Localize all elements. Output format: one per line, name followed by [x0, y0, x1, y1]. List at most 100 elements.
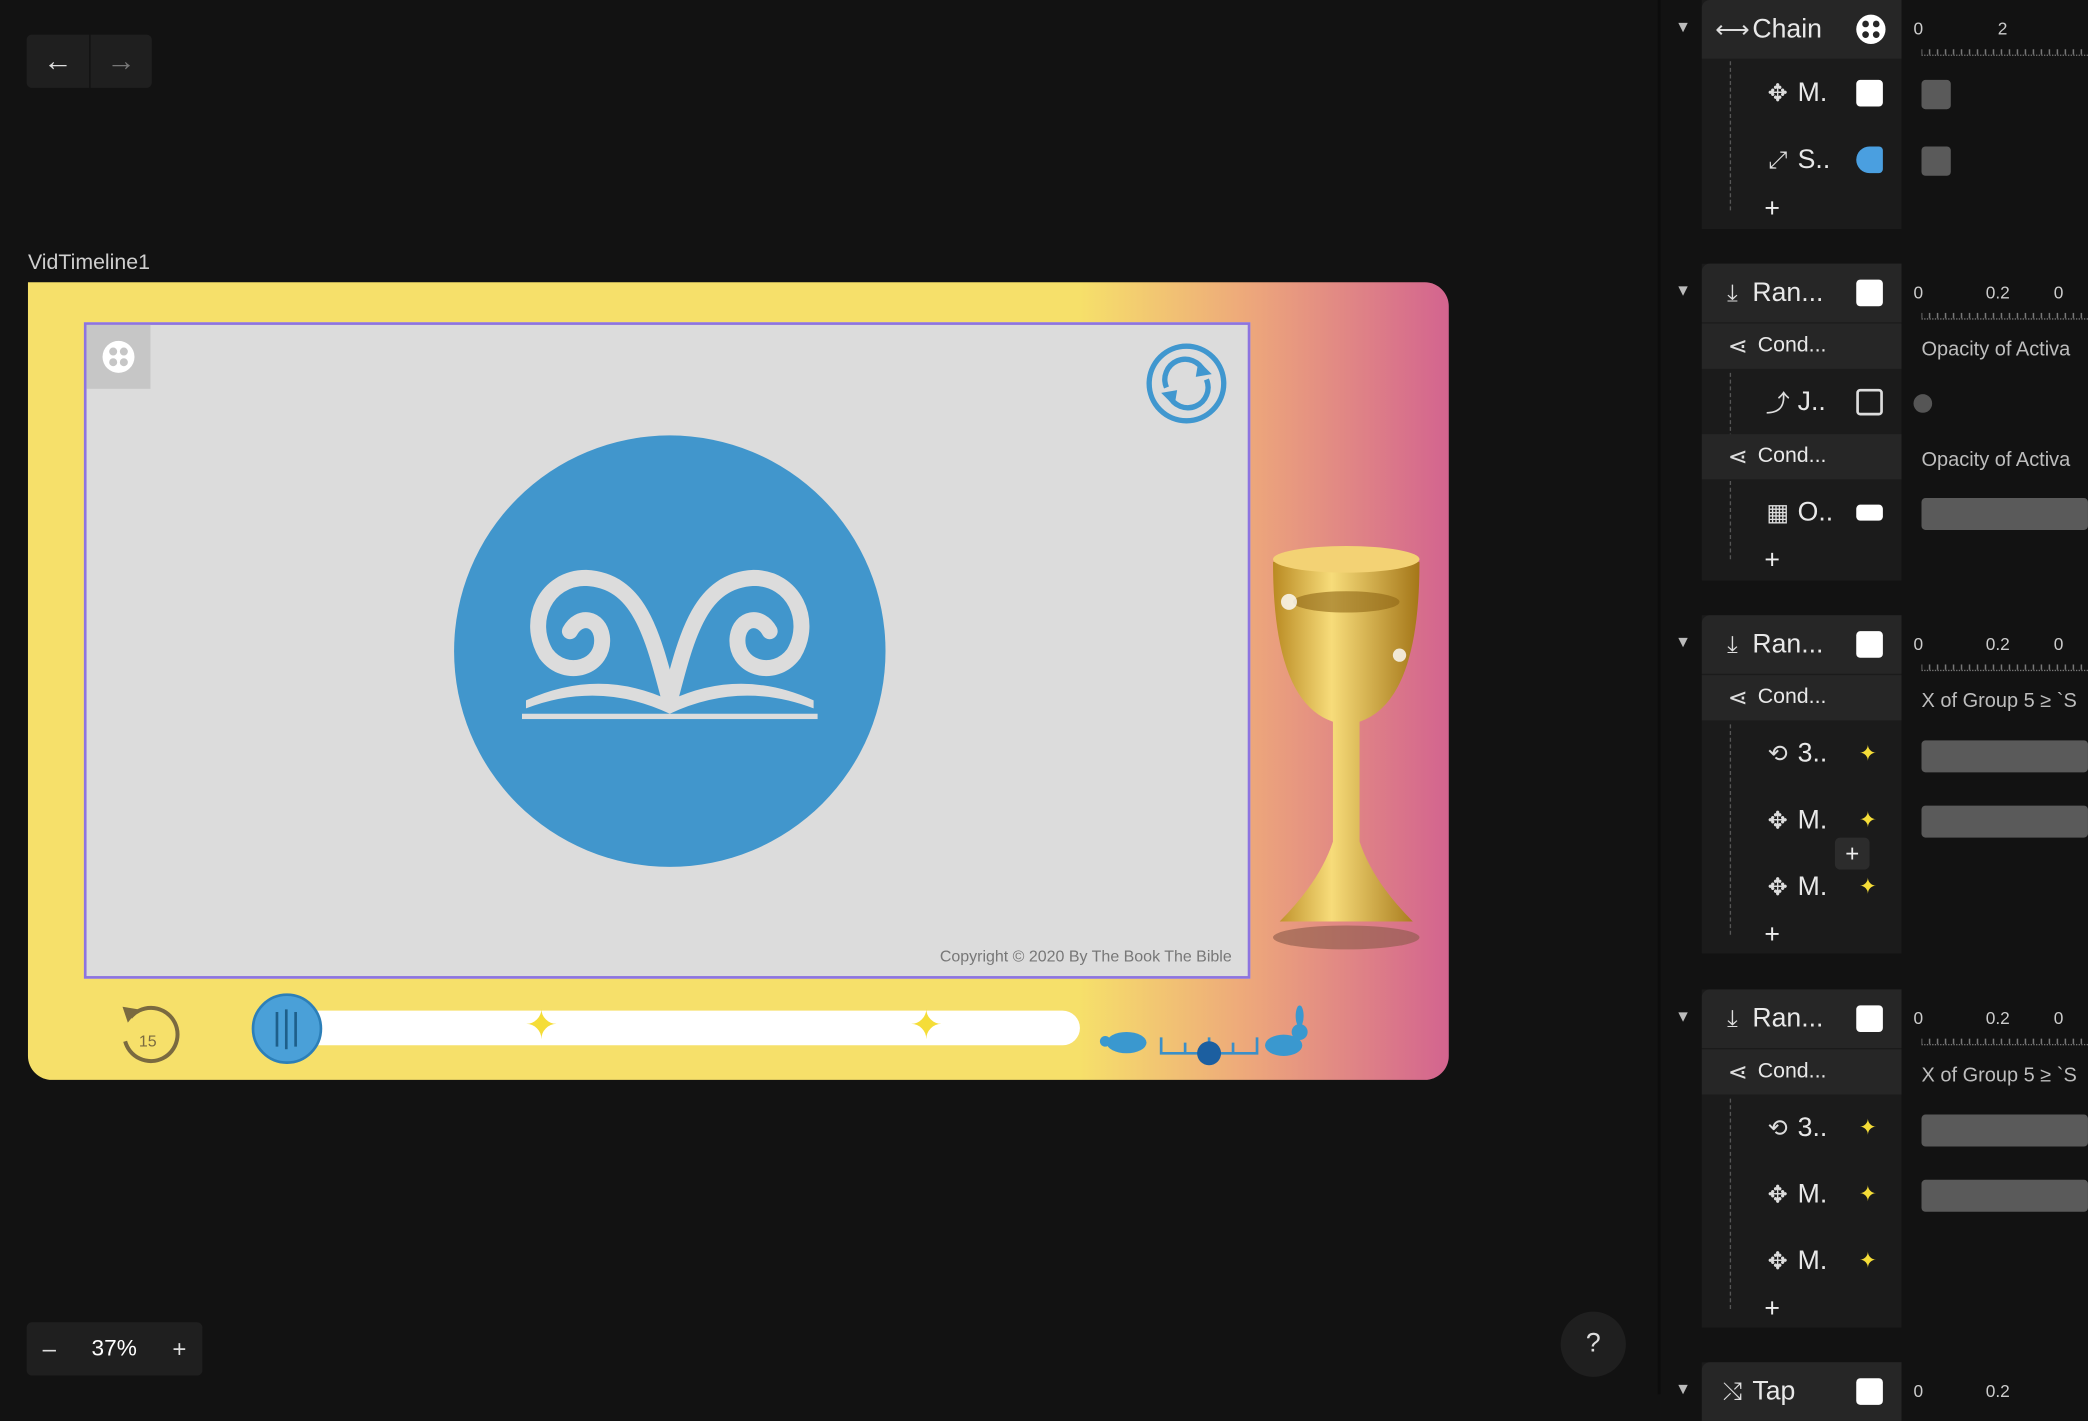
back-arrow-icon[interactable]: ← — [27, 35, 90, 88]
tap-row[interactable]: ⤭ Tap — [1701, 1362, 1902, 1421]
collapse-triangle-icon[interactable]: ▼ — [1675, 633, 1691, 652]
repeat-icon: ⟲ — [1767, 1113, 1788, 1141]
golden-chalice-icon — [1273, 545, 1420, 950]
history-nav: ← → — [26, 34, 152, 88]
timeline-ruler: 0 0.2 0 — [1913, 633, 2064, 654]
keyframe-bar[interactable] — [1921, 1114, 2088, 1147]
forward-arrow-icon[interactable]: → — [89, 34, 152, 88]
rabbit-icon — [1265, 1005, 1308, 1056]
collapse-triangle-icon[interactable]: ▼ — [1675, 1007, 1691, 1026]
opacity-row[interactable]: ▦ O.. — [1702, 483, 1902, 542]
move-row[interactable]: ✥ M. — [1702, 64, 1902, 123]
ruler-ticks — [1921, 1037, 2088, 1046]
row-label: 3.. — [1797, 738, 1828, 768]
move-row[interactable]: ✥ M. ✦ — [1702, 1165, 1902, 1224]
keyframe-bar[interactable] — [1921, 1179, 2088, 1212]
sparkle-icon: ✦ — [1858, 876, 1877, 899]
row-label: M. — [1797, 871, 1828, 901]
condition-row[interactable]: ⋖ Cond... — [1701, 675, 1902, 721]
white-swatch — [1856, 279, 1883, 307]
sparkle-icon: ✦ — [1858, 743, 1877, 766]
video-area[interactable]: Copyright © 2020 By The Book The Bible — [83, 322, 1251, 979]
repeat-row[interactable]: ⟲ 3.. ✦ — [1702, 1099, 1902, 1158]
condition-text: X of Group 5 ≥ `S — [1921, 689, 2077, 713]
scale-row[interactable]: ⤢ S.. — [1702, 130, 1902, 189]
refresh-icon[interactable] — [1145, 342, 1228, 425]
video-badge-icon — [1856, 14, 1886, 44]
row-label: M. — [1797, 1245, 1828, 1276]
collapse-triangle-icon[interactable]: ▼ — [1675, 17, 1691, 36]
condition-row[interactable]: ⋖ Cond... — [1701, 323, 1902, 369]
repeat-row[interactable]: ⟲ 3.. ✦ — [1702, 724, 1902, 783]
keyframe-dot[interactable] — [1913, 394, 1933, 413]
range-icon: ⤓ — [1727, 278, 1738, 306]
move-icon: ✥ — [1767, 1180, 1788, 1208]
row-label: Cond... — [1757, 685, 1827, 709]
row-label: Tap — [1752, 1376, 1796, 1406]
tap-icon: ⤭ — [1722, 1377, 1743, 1405]
sparkle-icon: ✦ — [1858, 1117, 1877, 1140]
svg-text:15: 15 — [139, 1034, 157, 1051]
zoom-in-button[interactable]: + — [172, 1335, 186, 1363]
range-row[interactable]: ⤓ Ran... — [1701, 615, 1902, 674]
row-label: M. — [1797, 1179, 1828, 1209]
sparkle-icon: ✦ — [1858, 1250, 1877, 1274]
move-row[interactable]: ✥ M. ✦ — [1702, 791, 1902, 850]
add-icon[interactable]: + — [1764, 546, 1780, 577]
collapse-triangle-icon[interactable]: ▼ — [1675, 281, 1691, 300]
keyframe-bar[interactable] — [1921, 498, 2088, 530]
white-swatch — [1856, 504, 1883, 521]
add-icon[interactable]: + — [1764, 920, 1780, 951]
move-row[interactable]: ✥ M. ✦ — [1702, 858, 1902, 917]
move-icon: ✥ — [1767, 806, 1788, 833]
timeline-ruler: 0 0.2 — [1913, 1380, 2010, 1401]
turtle-icon — [1099, 1031, 1147, 1054]
zoom-level[interactable]: 37% — [92, 1336, 137, 1363]
condition-row[interactable]: ⋖ Cond... — [1701, 434, 1902, 480]
range-row[interactable]: ⤓ Ran... — [1701, 263, 1902, 323]
timeline-scrubber[interactable] — [251, 993, 323, 1064]
condition-text: Opacity of Activa — [1921, 448, 2071, 472]
branch-icon: ⋖ — [1727, 683, 1748, 711]
panel-swatch — [1856, 388, 1883, 416]
scale-arrow-icon: ⤢ — [1768, 145, 1788, 173]
timeline-track[interactable]: ✦ ✦ — [253, 1004, 1080, 1048]
add-icon[interactable]: + — [1764, 194, 1780, 225]
range-icon: ⤓ — [1727, 630, 1738, 658]
timeline-ruler: 0 0.2 0 — [1913, 1008, 2064, 1028]
branch-icon: ⋖ — [1727, 442, 1748, 470]
prototype-frame[interactable]: Copyright © 2020 By The Book The Bible 1… — [27, 282, 1449, 1080]
white-swatch — [1856, 631, 1883, 658]
frame-label: VidTimeline1 — [27, 251, 150, 275]
jump-row[interactable]: ⤴ J.. — [1702, 373, 1902, 432]
row-label: Ran... — [1752, 1003, 1824, 1033]
collapse-triangle-icon[interactable]: ▼ — [1675, 1380, 1691, 1399]
move-icon: ✥ — [1767, 1247, 1788, 1274]
ruler-ticks — [1921, 311, 2088, 320]
keyframe-block[interactable] — [1921, 79, 1951, 110]
condition-row[interactable]: ⋖ Cond... — [1701, 1049, 1902, 1095]
row-label: Ran... — [1752, 629, 1824, 659]
speed-slider[interactable] — [1097, 1005, 1317, 1069]
row-label: M. — [1797, 77, 1828, 108]
keyframe-bar[interactable] — [1921, 805, 2088, 838]
repeat-icon: ⟲ — [1767, 739, 1788, 767]
condition-text: Opacity of Activa — [1921, 338, 2071, 361]
video-icon — [86, 324, 151, 389]
replay-15-icon[interactable]: 15 — [112, 996, 184, 1068]
white-swatch — [1856, 1005, 1883, 1032]
marker-star-icon: ✦ — [524, 1004, 559, 1048]
move-row[interactable]: ✥ M. ✦ — [1702, 1232, 1902, 1291]
row-label: Cond... — [1757, 334, 1827, 357]
add-icon[interactable]: + — [1764, 1294, 1780, 1325]
help-button[interactable]: ? — [1560, 1311, 1626, 1377]
range-row[interactable]: ⤓ Ran... — [1701, 989, 1902, 1048]
move-icon: ✥ — [1767, 872, 1788, 900]
bible-logo-icon — [454, 435, 886, 867]
range-icon: ⤓ — [1727, 1004, 1738, 1032]
chain-row[interactable]: ⟷ Chain — [1701, 0, 1902, 59]
zoom-out-button[interactable]: – — [43, 1335, 56, 1363]
keyframe-block[interactable] — [1921, 146, 1951, 176]
move-icon: ✥ — [1767, 79, 1788, 106]
keyframe-bar[interactable] — [1921, 740, 2088, 773]
